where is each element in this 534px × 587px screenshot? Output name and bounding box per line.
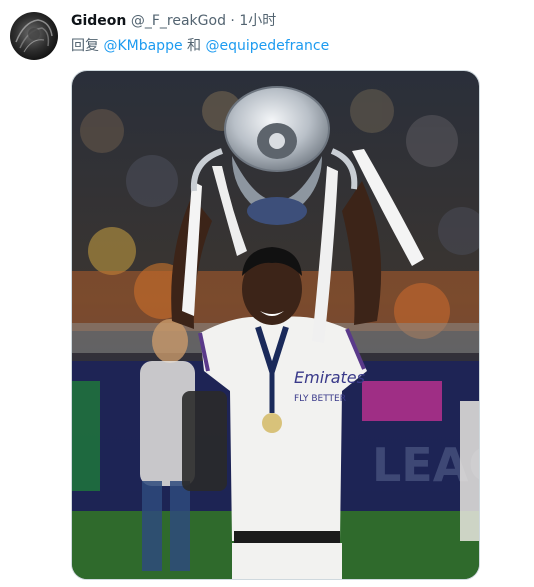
shirt-text-1: Emirates [294, 368, 365, 387]
photo-illustration: LEAG Emirates FLY BETTER [72, 71, 479, 579]
mention-equipedefrance[interactable]: @equipedefrance [205, 38, 329, 54]
tweet-header: Gideon @_F_reakGod · 1小时 [71, 12, 276, 30]
reply-context: 回复 @KMbappe 和 @equipedefrance [71, 37, 329, 55]
shirt-text-2: FLY BETTER [294, 394, 346, 404]
mention-kmbappe[interactable]: @KMbappe [103, 38, 182, 54]
tweet-timestamp[interactable]: 1小时 [239, 13, 276, 29]
display-name[interactable]: Gideon [71, 13, 126, 29]
avatar[interactable] [10, 12, 58, 60]
reply-conjunction: 和 [187, 38, 202, 54]
reply-prefix: 回复 [71, 38, 99, 54]
user-handle[interactable]: @_F_reakGod [131, 13, 226, 29]
tweet-photo[interactable]: LEAG Emirates FLY BETTER [71, 70, 480, 580]
separator-dot: · [230, 13, 235, 29]
